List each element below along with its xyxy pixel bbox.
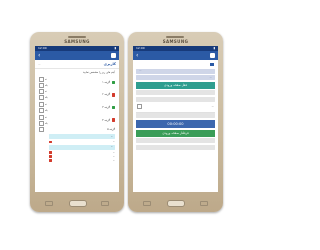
status-icon [111, 93, 115, 97]
list-item: ... [49, 140, 115, 143]
section-header: قفل صفحه ورودی [136, 82, 215, 89]
flag-icon [49, 140, 52, 144]
checkbox[interactable] [39, 114, 44, 120]
option-no[interactable] [39, 127, 44, 133]
breadcrumb: ... کاربری [35, 60, 119, 69]
phone-right: SAMSUNG 12:00 ▮ ‹ ... ... قفل صفحه ورودی… [128, 32, 223, 212]
recent-apps-key[interactable] [45, 201, 53, 206]
list-item: ... [49, 151, 115, 154]
input-field[interactable] [136, 113, 215, 119]
status-icon [111, 118, 115, 122]
form-body: ... ... قفل صفحه ورودی ... 00:00:00 قرفل… [133, 60, 218, 153]
phone-left: SAMSUNG 12:00 ▮ ‹ ... کاربری آیتم های زی… [30, 32, 124, 212]
section-header: قرفلتار صفحه ورودی [136, 130, 215, 137]
input-field[interactable] [136, 90, 215, 95]
option-no[interactable]: نه [39, 89, 48, 95]
option-yes[interactable]: بله [39, 95, 48, 101]
option-no[interactable]: نه [39, 76, 48, 82]
checkbox[interactable] [39, 120, 44, 126]
question-label: گزینه ۱ [102, 80, 110, 84]
flag-icon [49, 155, 52, 158]
question-row: نه بله گزینه ۲ [35, 89, 119, 102]
text-field[interactable]: ... [136, 75, 215, 80]
back-icon[interactable]: ‹ [136, 51, 138, 60]
checkbox[interactable] [39, 107, 44, 113]
checkbox[interactable] [39, 101, 44, 107]
input-field[interactable] [136, 138, 215, 144]
checkbox[interactable] [39, 76, 44, 82]
description: آیتم های زیر را مشخص نمایید [82, 71, 115, 74]
back-key[interactable] [200, 201, 208, 206]
question-row: گزینه ۵ [35, 126, 119, 133]
recent-apps-key[interactable] [143, 201, 151, 206]
question-row: نه بله گزینه ۴ [35, 114, 119, 127]
brand-label: SAMSUNG [64, 39, 90, 44]
answer-block[interactable]: ... [49, 134, 115, 140]
timer-display[interactable]: 00:00:00 [136, 120, 215, 129]
option-no[interactable]: نه [39, 101, 48, 107]
question-label: گزینه ۳ [102, 105, 110, 109]
status-icon [111, 105, 115, 110]
battery-icon: ▮ [114, 46, 116, 50]
input-field[interactable] [136, 96, 215, 102]
list-item: ... [49, 159, 115, 162]
home-icon[interactable] [210, 53, 215, 58]
back-icon[interactable]: ‹ [38, 51, 40, 60]
home-button[interactable] [69, 200, 87, 207]
status-icon [111, 80, 115, 85]
phone-screen: 12:00 ▮ ‹ ... ... قفل صفحه ورودی ... 00:… [133, 46, 218, 192]
envelope-icon[interactable] [210, 63, 214, 66]
battery-icon: ▮ [213, 46, 215, 50]
radio-row: ... [136, 103, 215, 110]
app-bar: ‹ [35, 51, 119, 60]
option-yes[interactable]: بله [39, 107, 48, 113]
answer-block[interactable]: ... [49, 144, 115, 150]
checkbox[interactable] [39, 89, 44, 95]
checkbox[interactable] [39, 82, 44, 88]
radio[interactable] [137, 104, 142, 109]
option-yes[interactable]: بله [39, 120, 48, 126]
app-bar: ‹ [133, 51, 218, 60]
home-icon[interactable] [111, 53, 116, 58]
message-row [136, 62, 215, 67]
back-key[interactable] [101, 201, 109, 206]
text-field[interactable]: ... [136, 68, 215, 74]
option-no[interactable]: نه [39, 114, 48, 120]
home-button[interactable] [167, 200, 185, 207]
flag-icon [49, 159, 52, 162]
list-item: ... [49, 155, 115, 158]
question-label: گزینه ۴ [102, 118, 110, 122]
question-label: گزینه ۲ [102, 93, 110, 97]
phone-screen: 12:00 ▮ ‹ ... کاربری آیتم های زیر را مشخ… [35, 46, 119, 192]
breadcrumb-mini: ... [38, 62, 41, 66]
question-row: نه بله گزینه ۱ [35, 76, 119, 89]
input-field[interactable] [136, 144, 215, 150]
page-title: کاربری [103, 62, 116, 66]
brand-label: SAMSUNG [162, 39, 189, 44]
question-row: نه بله گزینه ۳ [35, 101, 119, 114]
speaker [68, 36, 86, 38]
speaker [166, 36, 184, 38]
checkbox[interactable] [39, 127, 44, 133]
question-label: گزینه ۵ [107, 128, 115, 132]
flag-icon [49, 151, 52, 154]
option-yes[interactable]: بله [39, 82, 48, 88]
checkbox[interactable] [39, 95, 44, 101]
